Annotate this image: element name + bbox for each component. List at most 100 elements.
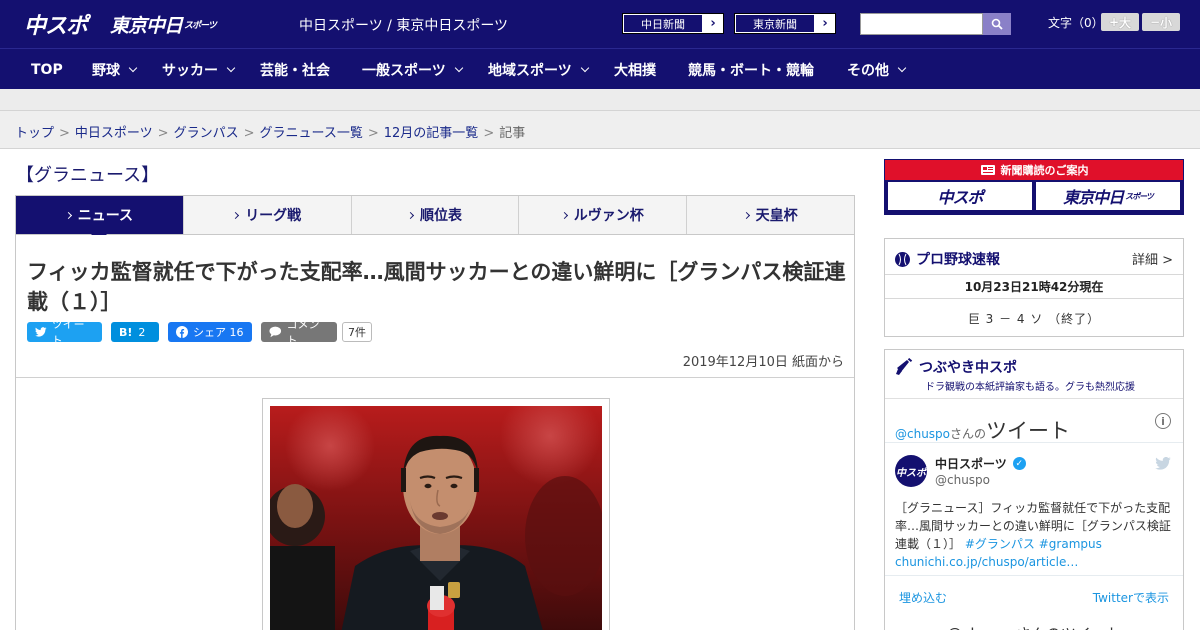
chunichi-shimbun-link[interactable]: 中日新聞 › [622, 13, 724, 34]
subscription-title-text: 新聞購読のご案内 [1000, 164, 1089, 177]
twitter-widget-title: つぶやき中スポ [895, 357, 1017, 377]
tweet-link[interactable]: chunichi.co.jp/chuspo/article… [895, 553, 1175, 571]
chuspo-subscribe-logo[interactable]: 中スポ [888, 182, 1032, 210]
comment-button[interactable]: コメント [261, 318, 337, 347]
facebook-icon [176, 326, 188, 338]
main-nav: TOP 野球 サッカー 芸能・社会 一般スポーツ 地域スポーツ 大相撲 競馬・ボ… [0, 48, 1200, 89]
hatena-count: 2 [138, 325, 146, 339]
twitter-timeline: @chuspoさんのツイート i 中スポ 中日スポーツ ✓ @chuspo ［グ… [885, 398, 1183, 630]
nav-item-label: 大相撲 [614, 62, 656, 79]
view-on-twitter-link[interactable]: Twitterで表示 [1093, 589, 1169, 606]
subscription-title: 新聞購読のご案内 [885, 160, 1183, 180]
font-smaller-button[interactable]: − 小 [1142, 13, 1180, 31]
twitter-widget-header: つぶやき中スポ ドラ観戦の本紙評論家も語る。グラも熱烈応援 [885, 350, 1183, 396]
site-name: 中日スポーツ / 東京中日スポーツ [299, 18, 509, 34]
twitter-widget: つぶやき中スポ ドラ観戦の本紙評論家も語る。グラも熱烈応援 @chuspoさんの… [884, 349, 1184, 630]
tokyo-shimbun-link[interactable]: 東京新聞 › [734, 13, 836, 34]
baseball-game-score[interactable]: 巨 3 － 4 ソ （終了） [885, 299, 1183, 337]
baseball-title-text: プロ野球速報 [916, 252, 1000, 268]
nav-item-general-sports[interactable]: 一般スポーツ [362, 49, 463, 90]
nav-item-local-sports[interactable]: 地域スポーツ [488, 49, 589, 90]
chuspo-logo[interactable]: 中スポ [24, 9, 88, 39]
tweet-author[interactable]: 中日スポーツ ✓ [935, 455, 1026, 472]
twitter-timeline-heading: @chuspoさんのツイート [895, 415, 1070, 445]
nav-item-other[interactable]: その他 [847, 49, 907, 90]
breadcrumb-link-grampus[interactable]: グランパス [174, 126, 239, 141]
font-size-label: 文字（0） [1048, 16, 1104, 30]
category-tabs: ニュース リーグ戦 順位表 ルヴァン杯 天皇杯 [15, 195, 855, 242]
facebook-share-label: シェア [193, 326, 226, 339]
coach-photo [270, 406, 602, 630]
tab-label: ルヴァン杯 [573, 208, 644, 224]
more-tweets-link[interactable]: @chuspoさんのツイート [885, 615, 1183, 630]
tokyo-shimbun-label: 東京新聞 [735, 14, 815, 33]
chevron-right-icon [64, 211, 72, 219]
breadcrumb-separator: > [243, 126, 255, 141]
font-bigger-button[interactable]: + 大 [1101, 13, 1139, 31]
megaphone-icon [896, 358, 913, 375]
twitter-handle-suffix: さんの [950, 427, 987, 441]
breadcrumb-link-top[interactable]: トップ [15, 126, 54, 141]
nav-item-baseball[interactable]: 野球 [92, 49, 138, 90]
tab-news[interactable]: ニュース [16, 196, 183, 242]
tweet-item[interactable]: 中スポ 中日スポーツ ✓ @chuspo ［グラニュース］フィッカ監督就任で下が… [885, 443, 1183, 630]
breadcrumb-separator: > [157, 126, 169, 141]
tab-levain-cup[interactable]: ルヴァン杯 [518, 196, 686, 234]
comment-count[interactable]: 7件 [342, 322, 372, 342]
twitter-heading-big: ツイート [986, 419, 1071, 443]
header-spacer [0, 89, 1200, 111]
hatena-bookmark-button[interactable]: B! 2 [111, 322, 159, 342]
nav-item-racing[interactable]: 競馬・ボート・競輪 [688, 49, 814, 90]
baseball-update-time: 10月23日21時42分現在 [885, 275, 1183, 299]
tokyo-logo-small: スポーツ [184, 20, 217, 31]
tokyo-chunichi-subscribe-logo[interactable]: 東京中日 スポーツ [1036, 182, 1180, 210]
newspaper-icon [980, 165, 995, 175]
tab-emperors-cup[interactable]: 天皇杯 [686, 196, 854, 234]
baseball-scores-header: プロ野球速報 詳細 > [885, 239, 1183, 275]
tweet-button[interactable]: ツイート [27, 318, 102, 347]
subscription-banner[interactable]: 新聞購読のご案内 中スポ 東京中日 スポーツ [884, 159, 1184, 215]
avatar[interactable]: 中スポ [895, 455, 927, 487]
tweet-author-handle[interactable]: @chuspo [935, 473, 990, 487]
tab-standings[interactable]: 順位表 [350, 196, 519, 234]
twitter-handle-link[interactable]: @chuspo [895, 427, 950, 441]
nav-item-sumo[interactable]: 大相撲 [614, 49, 656, 90]
twitter-timeline-header: @chuspoさんのツイート i [885, 399, 1183, 443]
baseball-detail-link[interactable]: 詳細 > [1132, 249, 1173, 268]
tweet-hashtag[interactable]: #グランパス [965, 537, 1035, 551]
info-icon[interactable]: i [1155, 413, 1171, 429]
tokyo-subscribe-logo-text: 東京中日 [1063, 188, 1124, 207]
embed-link[interactable]: 埋め込む [899, 589, 947, 606]
nav-item-soccer[interactable]: サッカー [162, 49, 236, 90]
tab-label: 天皇杯 [755, 208, 798, 224]
nav-item-label: 芸能・社会 [260, 62, 330, 79]
tab-label: 順位表 [419, 208, 462, 224]
subscription-logos: 中スポ 東京中日 スポーツ [885, 180, 1183, 212]
facebook-share-count: 16 [229, 325, 244, 339]
nav-item-entertainment[interactable]: 芸能・社会 [260, 49, 330, 90]
nav-item-top[interactable]: TOP [31, 49, 63, 90]
speech-bubble-icon [269, 326, 282, 338]
tokyo-logo-text: 東京中日 [110, 14, 183, 37]
chevron-right-icon [742, 211, 750, 219]
divider [16, 377, 854, 378]
article-photo-frame [262, 398, 610, 630]
article-photo[interactable] [270, 406, 602, 630]
search-input[interactable] [860, 13, 983, 35]
twitter-bird-icon[interactable] [1155, 457, 1171, 470]
breadcrumb-link-chuspo[interactable]: 中日スポーツ [75, 126, 153, 141]
tokyo-chunichi-logo[interactable]: 東京中日 スポーツ [110, 9, 217, 39]
breadcrumb-link-december-list[interactable]: 12月の記事一覧 [384, 126, 479, 141]
breadcrumb: トップ > 中日スポーツ > グランパス > グラニュース一覧 >12月の記事一覧 > 記事 [15, 122, 525, 141]
nav-item-label: その他 [847, 62, 889, 79]
facebook-share-button[interactable]: シェア 16 [168, 322, 252, 342]
chevron-right-icon [232, 211, 240, 219]
search-button[interactable] [983, 13, 1011, 35]
share-buttons: ツイート B! 2 シェア 16 コメント 7件 [27, 318, 372, 347]
comment-label: コメント [286, 318, 320, 347]
font-bigger-label: 大 [1119, 15, 1132, 30]
tab-league[interactable]: リーグ戦 [182, 196, 351, 234]
tweet-hashtag[interactable]: #grampus [1039, 537, 1102, 551]
twitter-widget-title-text: つぶやき中スポ [919, 360, 1017, 376]
breadcrumb-link-gra-news-list[interactable]: グラニュース一覧 [260, 126, 363, 141]
